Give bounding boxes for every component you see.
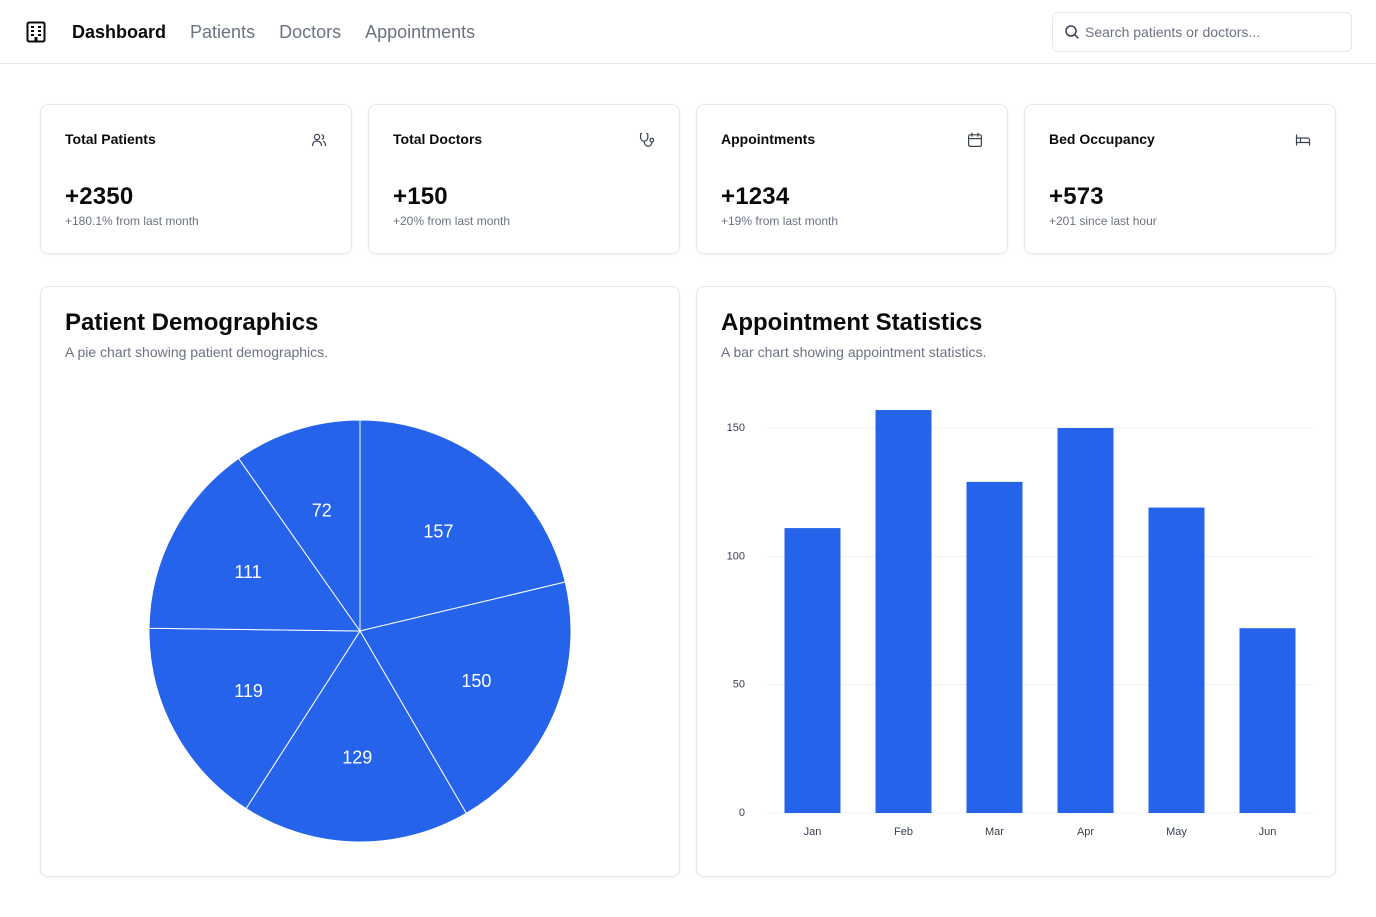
main-nav: Dashboard Patients Doctors Appointments xyxy=(72,20,499,44)
bar[interactable] xyxy=(966,481,1023,813)
x-tick-label: Feb xyxy=(894,826,913,838)
stat-value: +573 xyxy=(1049,183,1104,210)
stat-value: +150 xyxy=(393,183,448,210)
search-icon xyxy=(1065,25,1079,39)
bar[interactable] xyxy=(784,528,841,813)
appointment-statistics-card: Appointment Statistics A bar chart showi… xyxy=(696,286,1336,877)
nav-link-patients[interactable]: Patients xyxy=(190,20,255,44)
y-tick-label: 150 xyxy=(727,422,745,434)
pie-slice-label: 150 xyxy=(461,671,491,691)
stat-label: Bed Occupancy xyxy=(1049,131,1155,147)
y-tick-label: 0 xyxy=(739,807,745,819)
bar[interactable] xyxy=(1148,507,1205,813)
y-tick-label: 100 xyxy=(727,550,745,562)
search-input[interactable] xyxy=(1085,13,1345,51)
stat-change: +20% from last month xyxy=(393,214,511,228)
stethoscope-icon xyxy=(640,132,655,147)
users-icon xyxy=(311,133,327,147)
y-tick-label: 50 xyxy=(733,679,745,691)
bed-icon xyxy=(1295,134,1311,146)
calendar-icon xyxy=(968,132,983,148)
stat-card-total-patients: Total Patients +2350 +180.1% from last m… xyxy=(40,104,352,254)
stat-change: +19% from last month xyxy=(721,214,839,228)
search-box xyxy=(1052,12,1352,52)
bar[interactable] xyxy=(1239,628,1296,813)
nav-link-appointments[interactable]: Appointments xyxy=(365,20,475,44)
hospital-building-icon[interactable] xyxy=(26,21,46,43)
x-tick-label: Jan xyxy=(804,826,822,838)
x-tick-label: Apr xyxy=(1077,826,1094,838)
x-tick-label: May xyxy=(1166,826,1187,838)
top-navigation-bar: Dashboard Patients Doctors Appointments xyxy=(0,0,1376,64)
stat-change: +180.1% from last month xyxy=(65,214,199,228)
nav-link-doctors[interactable]: Doctors xyxy=(279,20,341,44)
bar[interactable] xyxy=(875,410,932,813)
stat-card-bed-occupancy: Bed Occupancy +573 +201 since last hour xyxy=(1024,104,1336,254)
appointment-statistics-bar-chart: 0 50 100 150 Jan Feb Mar Apr May Jun xyxy=(727,410,1313,838)
stat-change: +201 since last hour xyxy=(1049,214,1157,228)
nav-link-dashboard[interactable]: Dashboard xyxy=(72,20,166,44)
stat-card-total-doctors: Total Doctors +150 +20% from last month xyxy=(368,104,680,254)
stat-label: Total Patients xyxy=(65,131,156,147)
x-tick-label: Jun xyxy=(1259,826,1277,838)
stat-label: Total Doctors xyxy=(393,131,483,147)
stat-card-appointments: Appointments +1234 +19% from last month xyxy=(696,104,1008,254)
pie-slice-label: 111 xyxy=(234,562,261,582)
pie-slice-label: 72 xyxy=(312,500,332,520)
bar[interactable] xyxy=(1057,428,1114,813)
pie-slice-label: 157 xyxy=(423,522,453,542)
stat-label: Appointments xyxy=(721,131,816,147)
patient-demographics-pie-chart: 157 150 129 119 111 72 xyxy=(148,419,572,843)
stat-value: +1234 xyxy=(721,183,790,210)
patient-demographics-card: Patient Demographics A pie chart showing… xyxy=(40,286,680,877)
pie-slice-label: 129 xyxy=(342,748,372,768)
pie-slice-label: 119 xyxy=(234,681,263,701)
stat-value: +2350 xyxy=(65,183,134,210)
x-tick-label: Mar xyxy=(985,826,1004,838)
